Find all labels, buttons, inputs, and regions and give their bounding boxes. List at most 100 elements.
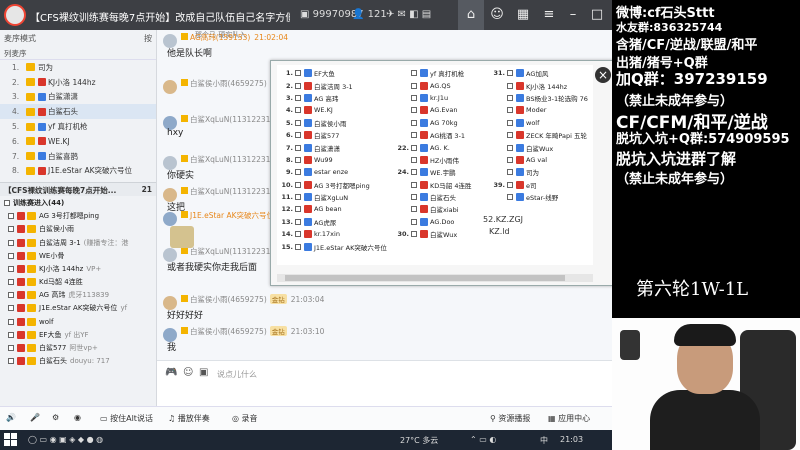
mic-queue-row[interactable]: 7. 白鲨喜鹊 xyxy=(0,149,156,164)
channel-tree-title[interactable]: 【CFS裸纹训练赛每晚7点开始... 21 xyxy=(0,183,156,197)
popup-member-row[interactable]: HZ小雨伟 xyxy=(395,154,471,166)
checkbox-icon xyxy=(507,82,513,89)
popup-member-row[interactable]: 5. 白鲨侯小雨 xyxy=(279,117,387,129)
taskbar-apps[interactable]: ◯ ▭ ◉ ▣ ◈ ◆ ● ◍ xyxy=(28,435,103,444)
sub-channel[interactable]: 训练赛进入(44) xyxy=(0,196,156,209)
member-row[interactable]: 白鲨侯小雨 xyxy=(0,223,156,236)
popup-member-row[interactable]: 22. AG. K. xyxy=(395,141,471,153)
grid-icon[interactable]: ▦ xyxy=(510,0,536,30)
popup-member-row[interactable]: AG.Evan xyxy=(395,104,471,116)
image-icon[interactable]: ▣ xyxy=(199,367,208,378)
popup-member-row[interactable]: wolf xyxy=(491,117,588,129)
mic-queue-row[interactable]: 3. 白鲨潇潇 xyxy=(0,90,156,105)
popup-member-row[interactable]: 24. WE.宇鹏 xyxy=(395,166,471,178)
popup-member-row[interactable]: 11. 白鲨XgLuN xyxy=(279,191,387,203)
member-row[interactable]: 白鲨石头 douyu: 717 xyxy=(0,355,156,368)
mic-queue-row[interactable]: 8. J1E.eStar AK突破六号位 xyxy=(0,164,156,179)
popup-member-row[interactable]: ZECK 年畸Papi 五轮 xyxy=(491,129,588,141)
settings-icon[interactable]: ⚙ xyxy=(52,413,59,422)
popup-member-row[interactable]: 15. J1E.eStar AK突破六号位 xyxy=(279,240,387,252)
popup-member-row[interactable]: kr.J1u xyxy=(395,92,471,104)
popup-member-row[interactable]: eStar-线野 xyxy=(491,191,588,203)
home-icon[interactable]: ⌂ xyxy=(458,0,484,30)
record-button[interactable]: ◎ 录音 xyxy=(232,413,258,424)
member-row[interactable]: Kd马韶 4连胜 xyxy=(0,276,156,289)
popup-member-row[interactable]: 7. 白鲨潇潇 xyxy=(279,141,387,153)
member-row[interactable]: 白鲨洁周 3-1 (赚播专注：港 xyxy=(0,236,156,249)
resources-button[interactable]: ⚲ 资源播报 xyxy=(490,413,530,424)
user-avatar[interactable] xyxy=(163,212,177,226)
mic-icon[interactable]: 🎤 xyxy=(30,413,40,422)
popup-member-row[interactable]: AG val xyxy=(491,154,588,166)
mic-queue-row[interactable]: 4. 白鲨石头 xyxy=(0,104,156,120)
ime-indicator[interactable]: 中 xyxy=(540,435,548,446)
message-sender[interactable]: 白鲨侯小雨(4659275) 金钻 21:03:04 xyxy=(181,294,324,305)
popup-member-row[interactable]: 14. kr.17xin xyxy=(279,228,387,240)
maximize-icon[interactable]: □ xyxy=(584,0,610,30)
popup-member-row[interactable]: 白鲨Wux xyxy=(491,141,588,153)
popup-member-row[interactable]: 30. 白鲨Wux xyxy=(395,228,471,240)
member-row[interactable]: WE小骨 xyxy=(0,249,156,262)
popup-member-row[interactable]: BS杨业3-1轮选购 76 xyxy=(491,92,588,104)
popup-member-row[interactable]: KD马韶 4连胜 xyxy=(395,179,471,191)
member-row[interactable]: wolf xyxy=(0,315,156,328)
popup-scrollbar[interactable] xyxy=(277,274,593,282)
member-row[interactable]: AG 高玮 虎牙113839 xyxy=(0,289,156,302)
emoji-icon[interactable]: ☺ xyxy=(183,367,193,378)
member-row[interactable]: KJ小洛 144hz VP+ xyxy=(0,262,156,275)
message-sender[interactable]: 白鲨侯小雨(4659275) 金钻 21:03:10 xyxy=(181,326,324,337)
menu-icon[interactable]: ≡ xyxy=(536,0,562,30)
mic-queue-row[interactable]: 5. yf 真打机枪 xyxy=(0,119,156,134)
popup-member-row[interactable]: AG.QS xyxy=(395,79,471,91)
push-to-talk-button[interactable]: ▭ 按住Alt说话 xyxy=(100,413,153,424)
popup-member-row[interactable]: 6. 白鲨577 xyxy=(279,129,387,141)
popup-member-name: e司 xyxy=(526,181,537,190)
popup-member-row[interactable]: 3. AG 高玮 xyxy=(279,92,387,104)
popup-member-row[interactable]: 10. AG 3号打都嗯ping xyxy=(279,179,387,191)
tray-icons[interactable]: ⌃ ▭ ◐ xyxy=(470,435,496,444)
member-row[interactable]: AG 3号打都嗯ping xyxy=(0,210,156,223)
mic-mode-label[interactable]: 麦序模式 xyxy=(4,33,36,43)
popup-member-row[interactable]: 2. 白鲨洁周 3-1 xyxy=(279,79,387,91)
popup-member-row[interactable]: 白鲨石头 xyxy=(395,191,471,203)
checkbox-icon xyxy=(507,156,513,163)
mic-queue-row[interactable]: 6. WE.KJ xyxy=(0,134,156,149)
popup-member-row[interactable]: 12. AG bean xyxy=(279,203,387,215)
close-icon[interactable]: × xyxy=(595,67,611,83)
chat-input[interactable]: 说点儿什么 xyxy=(217,369,257,380)
popup-member-row[interactable]: 8. Wu99 xyxy=(279,154,387,166)
popup-member-name: 白鲨洁周 3-1 xyxy=(314,82,353,91)
member-row[interactable]: J1E.eStar AK突破六号位 yf xyxy=(0,302,156,315)
member-row[interactable]: EF大鱼 yf 出YF xyxy=(0,328,156,341)
app-center-button[interactable]: ▦ 应用中心 xyxy=(548,413,590,424)
mic-queue-row[interactable]: 1. 司为 xyxy=(0,60,156,75)
popup-member-row[interactable]: Moder xyxy=(491,104,588,116)
windows-start-icon[interactable] xyxy=(4,433,17,446)
popup-member-row[interactable]: 9. estar enze xyxy=(279,166,387,178)
level-icon xyxy=(181,79,188,86)
popup-member-row[interactable]: 白鲨xiabi xyxy=(395,203,471,215)
user-icon[interactable]: ☺ xyxy=(484,0,510,30)
popup-member-row[interactable]: AG 70kg xyxy=(395,117,471,129)
popup-member-row[interactable]: 13. AG虎尿 xyxy=(279,216,387,228)
member-row[interactable]: 白鲨577 阿世vp+ xyxy=(0,341,156,354)
message-sender[interactable]: J1E.eStar AK突破六号位 xyxy=(181,210,278,221)
popup-member-row[interactable]: KJ小洛 144hz xyxy=(491,79,588,91)
user-avatar[interactable] xyxy=(163,80,177,94)
speaker-icon[interactable]: 🔊 xyxy=(6,413,16,422)
volume-icon[interactable]: ◉ xyxy=(74,413,81,422)
mic-sort-label[interactable]: 按 xyxy=(144,33,152,43)
popup-member-row[interactable]: 39. e司 xyxy=(491,179,588,191)
mic-queue-row[interactable]: 2. KJ小洛 144hz xyxy=(0,75,156,90)
popup-member-row[interactable]: AG桃酒 3-1 xyxy=(395,129,471,141)
popup-member-row[interactable]: 31. AG加风 xyxy=(491,67,588,79)
popup-member-row[interactable]: 1. EF大鱼 xyxy=(279,67,387,79)
gamepad-icon[interactable]: 🎮 xyxy=(165,367,177,378)
accompany-button[interactable]: ♫ 播放伴奏 xyxy=(168,413,210,424)
popup-member-row[interactable]: AG.Doo xyxy=(395,216,471,228)
popup-member-row[interactable]: yf 真打机枪 xyxy=(395,67,471,79)
minimize-icon[interactable]: – xyxy=(560,0,586,30)
popup-member-row[interactable]: 4. WE.KJ xyxy=(279,104,387,116)
popup-member-row[interactable]: 司为 xyxy=(491,166,588,178)
message-sender[interactable]: AG高玮(159153) 21:02:04 xyxy=(181,32,288,43)
